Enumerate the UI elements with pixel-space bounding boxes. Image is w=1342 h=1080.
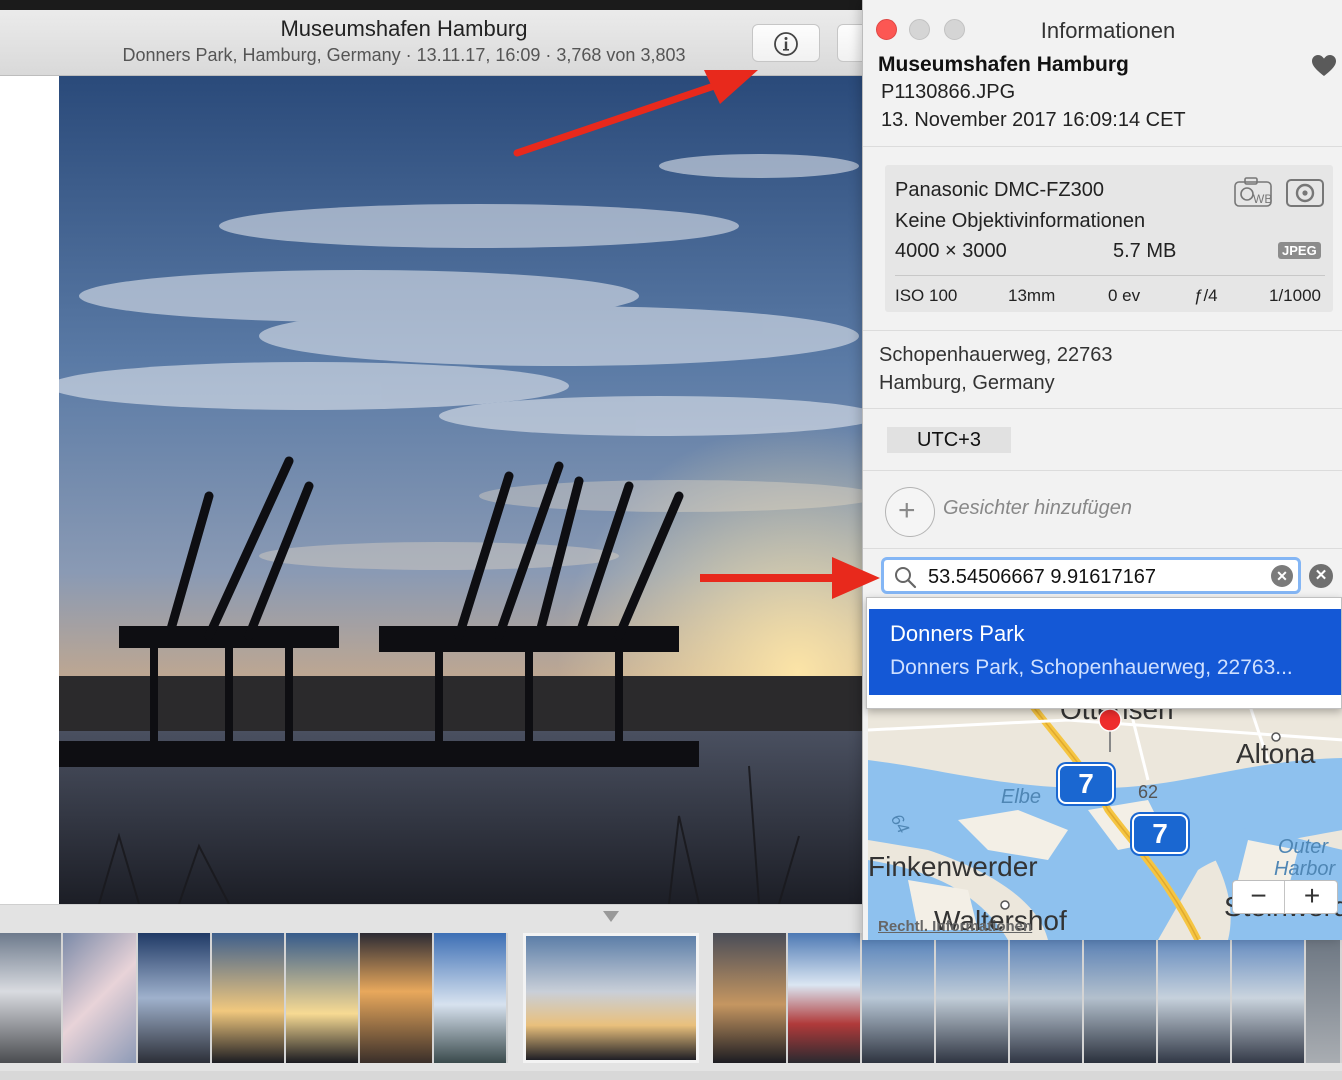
favorite-heart-icon[interactable] [1311, 54, 1337, 78]
photos-app-window: Museumshafen Hamburg Donners Park, Hambu… [0, 0, 1342, 1080]
image-dimensions: 4000 × 3000 [895, 240, 1007, 262]
map-label: Harbor [1274, 858, 1336, 880]
divider [895, 275, 1325, 276]
filename: P1130866.JPG [881, 81, 1016, 103]
legal-info-link[interactable]: Rechtl. Informationen [878, 918, 1032, 935]
metering-icon [1286, 179, 1324, 207]
shutter-speed: 1/1000 [1269, 286, 1321, 305]
map-label: Finkenwerder [868, 851, 1038, 882]
main-photo[interactable] [59, 76, 862, 904]
location-search-field[interactable]: ✕ [881, 557, 1301, 594]
divider [863, 470, 1342, 471]
add-face-label[interactable]: Gesichter hinzufügen [943, 497, 1132, 520]
map-pin-icon[interactable] [1097, 708, 1123, 752]
map-label: Outer [1278, 836, 1329, 858]
filmstrip-thumbnail[interactable] [63, 933, 138, 1063]
file-size: 5.7 MB [1113, 240, 1177, 262]
filmstrip-thumbnail[interactable] [862, 933, 936, 1063]
filmstrip-thumbnail[interactable] [1306, 933, 1342, 1063]
suggestion-title: Donners Park [890, 621, 1025, 646]
filmstrip-thumbnail-selected[interactable] [523, 933, 699, 1063]
aperture: ƒ/4 [1194, 286, 1218, 305]
zoom-in-button[interactable]: + [1286, 881, 1338, 913]
lens-info: Keine Objektivinformationen [895, 210, 1146, 232]
remove-location-icon[interactable]: ✕ [1309, 564, 1333, 588]
filmstrip-thumbnail[interactable] [138, 933, 212, 1063]
filmstrip-thumbnail[interactable] [286, 933, 360, 1063]
iso: ISO 100 [895, 286, 958, 305]
exposure-bias: 0 ev [1108, 286, 1141, 305]
suggestion-subtitle: Donners Park, Schopenhauerweg, 22763... [890, 656, 1293, 679]
info-button[interactable] [752, 24, 820, 62]
map-zoom-control: − + [1232, 880, 1338, 914]
filmstrip-thumbnail[interactable] [1232, 933, 1306, 1063]
search-icon [895, 567, 917, 589]
camera-model: Panasonic DMC-FZ300 [895, 179, 1104, 201]
filmstrip-thumbnail[interactable] [1010, 933, 1084, 1063]
filmstrip-thumbnail[interactable] [1084, 933, 1158, 1063]
divider [863, 548, 1342, 549]
photo-title-field[interactable]: Museumshafen Hamburg [878, 53, 1129, 77]
filmstrip-thumbnail[interactable] [212, 933, 286, 1063]
filmstrip-thumbnail[interactable] [1158, 933, 1232, 1063]
viewer-margin [0, 76, 59, 904]
add-face-button[interactable]: + [885, 487, 935, 537]
collapse-filmstrip-icon[interactable] [603, 911, 619, 922]
white-balance-icon: WB [1234, 177, 1272, 207]
filmstrip-scrollbar[interactable] [0, 1071, 1342, 1080]
filmstrip-thumbnail[interactable] [788, 933, 862, 1063]
divider [863, 408, 1342, 409]
photo-title: Museumshafen Hamburg [280, 16, 528, 41]
divider [863, 146, 1342, 147]
filmstrip-thumbnail[interactable] [936, 933, 1010, 1063]
format-badge: JPEG [1278, 242, 1321, 259]
panel-title: Informationen [1040, 18, 1176, 43]
divider [863, 330, 1342, 331]
info-panel: Informationen Museumshafen Hamburg P1130… [862, 0, 1342, 940]
focal-length: 13mm [1008, 286, 1056, 305]
plus-icon: + [898, 494, 916, 527]
svg-text:WB: WB [1253, 192, 1272, 206]
photo-subtitle: Donners Park, Hamburg, Germany · 13.11.1… [122, 45, 686, 65]
filmstrip-thumbnail[interactable] [434, 933, 508, 1063]
map-label: 62 [1138, 782, 1159, 802]
map-label: Elbe [1001, 786, 1042, 808]
close-button[interactable] [876, 19, 897, 40]
map-label: Altona [1236, 738, 1316, 769]
timezone-badge[interactable]: UTC+3 [887, 427, 1011, 453]
address-line: Schopenhauerweg, 22763 [879, 344, 1113, 366]
route-shield: 7 [1058, 764, 1114, 804]
route-shield: 7 [1132, 814, 1188, 854]
location-search-input[interactable] [928, 566, 1273, 589]
filmstrip-thumbnail[interactable] [713, 933, 788, 1063]
zoom-button[interactable] [944, 19, 965, 40]
clear-search-icon[interactable]: ✕ [1271, 565, 1293, 587]
filmstrip-thumbnail[interactable] [360, 933, 434, 1063]
info-icon [774, 32, 798, 56]
zoom-out-button[interactable]: − [1233, 881, 1285, 913]
minimize-button[interactable] [909, 19, 930, 40]
date-time[interactable]: 13. November 2017 16:09:14 CET [881, 109, 1186, 132]
location-map[interactable]: Ottensen Altona Elbe 62 64 Finkenwerder … [868, 700, 1342, 940]
camera-info-box: Panasonic DMC-FZ300 Keine Objektivinform… [885, 165, 1333, 312]
suggestion-item-selected[interactable]: Donners Park Donners Park, Schopenhauerw… [869, 609, 1341, 695]
location-suggestions-dropdown: Donners Park Donners Park, Schopenhauerw… [866, 597, 1342, 709]
address-line: Hamburg, Germany [879, 372, 1055, 394]
filmstrip-thumbnail[interactable] [0, 933, 63, 1063]
